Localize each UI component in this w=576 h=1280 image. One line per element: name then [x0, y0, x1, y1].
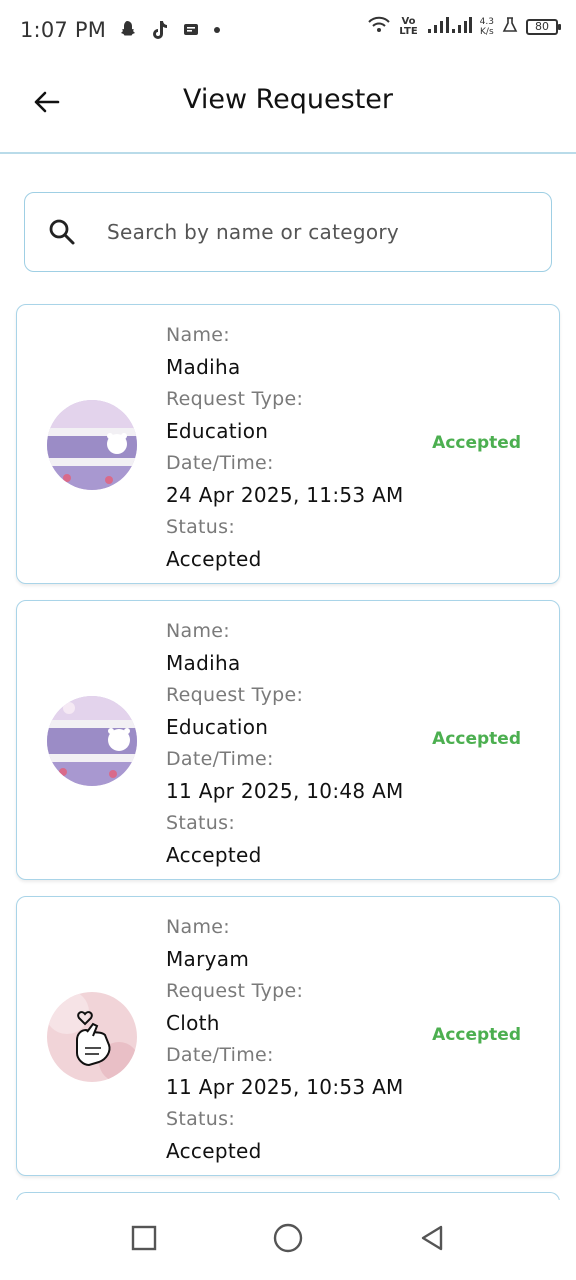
name-value: Madiha — [166, 651, 241, 675]
request-type-value: Education — [166, 419, 269, 443]
request-fields: Name: Maryam Request Type: Cloth Date/Ti… — [166, 911, 404, 1167]
name-value: Maryam — [166, 947, 250, 971]
flask-icon — [502, 16, 518, 38]
request-card[interactable]: Name: Madiha Request Type: Education Dat… — [16, 600, 560, 880]
name-value: Madiha — [166, 355, 241, 379]
avatar — [47, 992, 137, 1082]
volte-indicator: Vo LTE — [399, 17, 417, 37]
home-button[interactable] — [271, 1223, 305, 1257]
net-speed-unit: K/s — [480, 27, 494, 37]
request-fields: Name: Madiha Request Type: Education Dat… — [166, 615, 404, 871]
date-time-label: Date/Time: — [166, 1044, 274, 1066]
nav-back-button[interactable] — [415, 1223, 449, 1257]
net-speed: 4.3 K/s — [480, 17, 494, 37]
volte-line2: LTE — [399, 26, 418, 37]
name-label: Name: — [166, 620, 230, 642]
request-type-label: Request Type: — [166, 980, 304, 1002]
tiktok-icon — [150, 19, 170, 41]
request-fields: Name: Madiha Request Type: Education Dat… — [166, 319, 404, 575]
date-time-value: 11 Apr 2025, 10:48 AM — [166, 779, 404, 803]
name-label: Name: — [166, 916, 230, 938]
search-box[interactable] — [24, 192, 552, 272]
request-type-value: Education — [166, 715, 269, 739]
notification-icons — [116, 19, 222, 41]
request-list: Name: Madiha Request Type: Education Dat… — [16, 304, 560, 1248]
status-value: Accepted — [166, 843, 262, 867]
name-label: Name: — [166, 324, 230, 346]
status-value: Accepted — [166, 1139, 262, 1163]
status-badge: Accepted — [432, 1025, 521, 1045]
status-value: Accepted — [166, 547, 262, 571]
net-speed-value: 4.3 — [479, 17, 494, 27]
status-time: 1:07 PM — [20, 18, 107, 42]
wifi-icon — [367, 14, 391, 40]
date-time-value: 24 Apr 2025, 11:53 AM — [166, 483, 404, 507]
recent-apps-button[interactable] — [127, 1223, 161, 1257]
request-type-label: Request Type: — [166, 388, 304, 410]
request-type-label: Request Type: — [166, 684, 304, 706]
request-card[interactable]: Name: Maryam Request Type: Cloth Date/Ti… — [16, 896, 560, 1176]
avatar — [47, 400, 137, 490]
status-label: Status: — [166, 812, 236, 834]
dot-icon — [212, 25, 222, 35]
message-icon — [182, 21, 200, 39]
system-nav-bar — [0, 1200, 576, 1280]
battery-icon: 80 — [526, 19, 561, 35]
status-label: Status: — [166, 1108, 236, 1130]
system-status-icons: Vo LTE 4.3 K/s 80 — [367, 14, 561, 40]
request-type-value: Cloth — [166, 1011, 220, 1035]
snapchat-icon — [116, 19, 138, 41]
date-time-value: 11 Apr 2025, 10:53 AM — [166, 1075, 404, 1099]
status-badge: Accepted — [432, 729, 521, 749]
request-card[interactable]: Name: Madiha Request Type: Education Dat… — [16, 304, 560, 584]
search-icon — [47, 217, 77, 247]
signal-icon — [426, 15, 472, 39]
search-input[interactable] — [107, 220, 507, 244]
status-bar: 1:07 PM Vo LTE 4.3 K/s 80 — [0, 0, 576, 60]
home-icon — [272, 1222, 304, 1258]
status-badge: Accepted — [432, 433, 521, 453]
avatar — [47, 696, 137, 786]
date-time-label: Date/Time: — [166, 748, 274, 770]
page-title: View Requester — [182, 84, 394, 115]
back-icon — [418, 1224, 446, 1256]
app-bar: View Requester — [0, 60, 576, 154]
date-time-label: Date/Time: — [166, 452, 274, 474]
recent-apps-icon — [130, 1224, 158, 1256]
status-label: Status: — [166, 516, 236, 538]
